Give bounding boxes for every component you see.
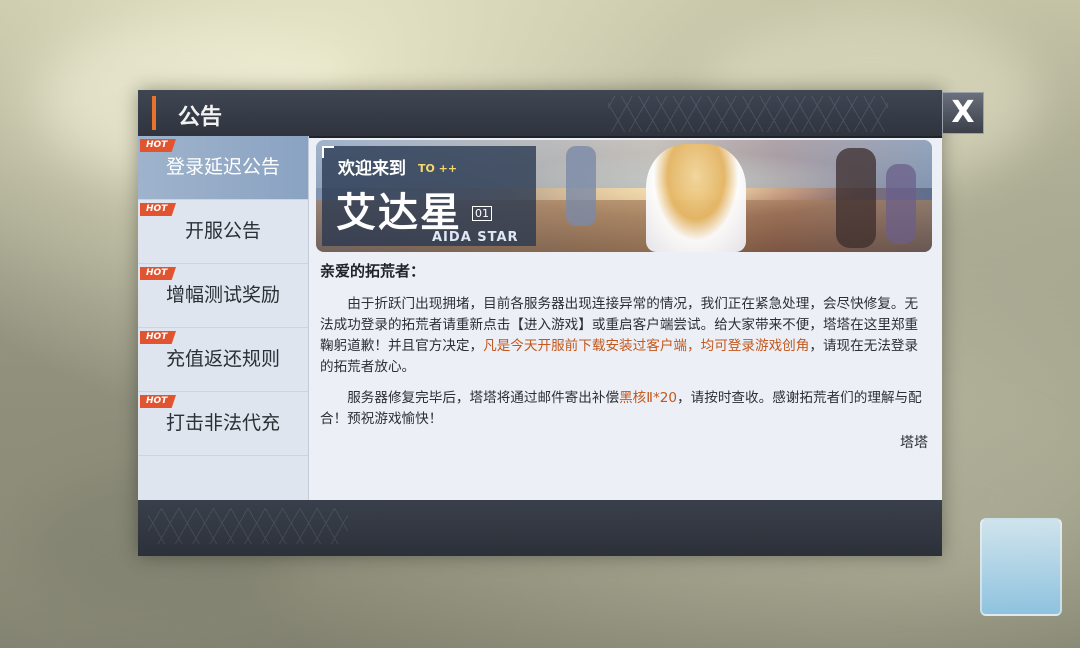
hot-badge: HOT — [140, 203, 176, 216]
banner-character — [836, 148, 876, 248]
article-highlight: 凡是今天开服前下载安装过客户端，均可登录游戏创角 — [483, 338, 810, 354]
banner-english-name: AIDA STAR — [432, 230, 519, 245]
announcement-sidebar: HOT 登录延迟公告 HOT 开服公告 HOT 增幅测试奖励 HOT 充值返还规… — [138, 136, 309, 500]
banner-number: 01 — [472, 206, 492, 221]
dialog-header: 公告 — [138, 90, 942, 138]
sidebar-item-recharge-rules[interactable]: HOT 充值返还规则 — [138, 328, 308, 392]
article-paragraph: 服务器修复完毕后，塔塔将通过邮件寄出补偿黑核Ⅱ*20，请按时查收。感谢拓荒者们的… — [320, 388, 930, 430]
hot-badge: HOT — [140, 139, 176, 152]
announcement-dialog: 公告 X HOT 登录延迟公告 HOT 开服公告 HOT 增幅测试奖励 HOT … — [138, 90, 984, 556]
footer-hex-pattern — [148, 508, 348, 544]
sidebar-item-label: 开服公告 — [184, 220, 261, 242]
banner-character — [886, 164, 916, 244]
announcement-banner-image: 欢迎来到 TO ++ 艾达星 01 AIDA STAR — [316, 140, 932, 252]
announcement-content: 欢迎来到 TO ++ 艾达星 01 AIDA STAR 亲爱的拓荒者： 由于折跃… — [316, 140, 934, 496]
banner-main-character — [646, 144, 746, 252]
article-paragraph: 由于折跃门出现拥堵，目前各服务器出现连接异常的情况，我们正在紧急处理，会尽快修复… — [320, 294, 930, 378]
background-side-thumbnail — [980, 518, 1062, 616]
article-highlight: 黑核Ⅱ*20 — [619, 390, 678, 406]
banner-logo: 欢迎来到 TO ++ 艾达星 01 AIDA STAR — [322, 146, 536, 246]
sidebar-item-label: 登录延迟公告 — [165, 156, 280, 178]
sidebar-item-label: 增幅测试奖励 — [165, 284, 280, 306]
article-greeting: 亲爱的拓荒者： — [320, 262, 426, 280]
sidebar-item-label: 充值返还规则 — [165, 348, 280, 370]
banner-to-text: TO ++ — [418, 162, 458, 175]
banner-welcome-text: 欢迎来到 — [338, 159, 406, 179]
header-accent-bar — [152, 96, 156, 130]
sidebar-item-server-open[interactable]: HOT 开服公告 — [138, 200, 308, 264]
hot-badge: HOT — [140, 267, 176, 280]
sidebar-item-test-reward[interactable]: HOT 增幅测试奖励 — [138, 264, 308, 328]
article-text: 服务器修复完毕后，塔塔将通过邮件寄出补偿 — [347, 390, 620, 406]
hot-badge: HOT — [140, 331, 176, 344]
dialog-title: 公告 — [178, 105, 223, 130]
banner-character — [566, 146, 596, 226]
sidebar-item-login-delay[interactable]: HOT 登录延迟公告 — [138, 136, 308, 200]
close-button[interactable]: X — [942, 92, 984, 134]
close-icon: X — [951, 95, 975, 130]
sidebar-item-anti-illegal-recharge[interactable]: HOT 打击非法代充 — [138, 392, 308, 456]
sidebar-item-label: 打击非法代充 — [165, 412, 280, 434]
article-signature: 塔塔 — [900, 435, 928, 451]
hot-badge: HOT — [140, 395, 176, 408]
corner-bracket-icon — [322, 146, 334, 158]
header-hex-pattern — [608, 96, 888, 132]
dialog-footer — [138, 500, 942, 556]
